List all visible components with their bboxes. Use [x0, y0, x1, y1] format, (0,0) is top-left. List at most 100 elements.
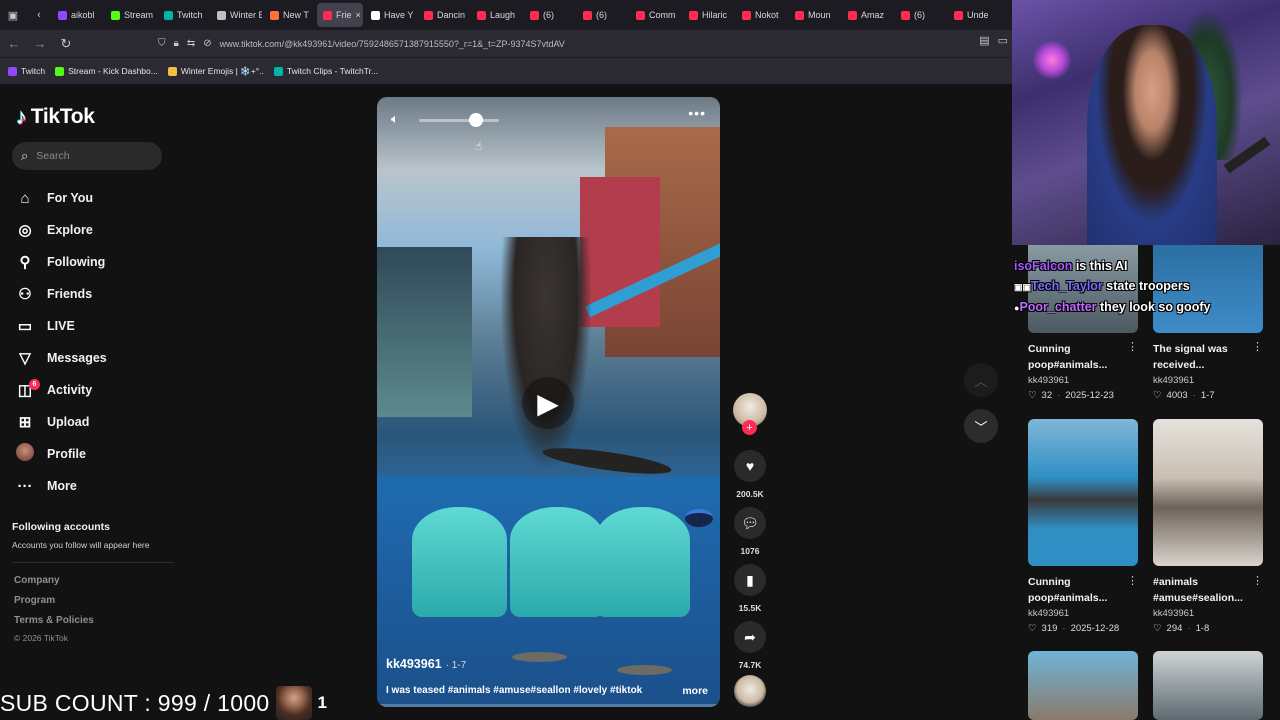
author-name[interactable]: kk493961 [386, 657, 442, 671]
volume-knob[interactable] [469, 113, 483, 127]
footer-link-terms[interactable]: Terms & Policies [14, 615, 94, 635]
browser-tab[interactable]: Amaz [842, 3, 893, 27]
caption-more-button[interactable]: more [682, 685, 708, 697]
related-thumbnail[interactable] [1028, 419, 1138, 566]
lock-icon[interactable]: 🔒︎ [174, 38, 179, 49]
browser-tab[interactable]: Moun [789, 3, 840, 27]
screenshot-icon[interactable]: ▭ [998, 34, 1008, 47]
tab-label: Frie [336, 10, 352, 20]
related-title[interactable]: Cunning poop#animals... [1028, 574, 1123, 606]
browser-tab[interactable]: aikobl [52, 3, 103, 27]
sidebar-item-explore[interactable]: ◎ Explore [16, 214, 166, 246]
card-more-icon[interactable]: ⋮ [1252, 574, 1263, 587]
video-scene [501, 237, 591, 467]
volume-icon[interactable]: 🔈︎ [391, 111, 399, 127]
browser-tab[interactable]: (6) [895, 3, 946, 27]
sidebar-item-friends[interactable]: ⚇ Friends [16, 278, 166, 310]
related-author[interactable]: kk493961 [1153, 375, 1271, 386]
related-card[interactable] [1028, 651, 1146, 720]
browser-tab[interactable]: Comm [630, 3, 681, 27]
related-author[interactable]: kk493961 [1028, 608, 1146, 619]
card-more-icon[interactable]: ⋮ [1127, 340, 1138, 353]
video-player[interactable]: 🔈︎ ••• ☝︎ ▶︎ kk493961 · 1-7 I was teased … [377, 97, 720, 707]
chat-message: ●Poor_chatter they look so goofy [1014, 297, 1274, 318]
sidebar-item-profile[interactable]: Profile [16, 438, 166, 470]
sidebar-item-following[interactable]: ⚲ Following [16, 246, 166, 278]
card-more-icon[interactable]: ⋮ [1252, 340, 1263, 353]
footer-link-program[interactable]: Program [14, 595, 94, 615]
video-author[interactable]: kk493961 · 1-7 [386, 657, 466, 671]
footer-link-company[interactable]: Company [14, 575, 94, 595]
previous-video-button[interactable]: ︿ [964, 363, 998, 397]
chat-message: ▣▣Tech_Taylor state troopers [1014, 276, 1274, 297]
browser-tab[interactable]: Twitch [158, 3, 209, 27]
reader-view-icon[interactable]: ▤ [979, 34, 989, 47]
browser-tab[interactable]: Dancin [418, 3, 469, 27]
bookmark-icon[interactable]: ▮ [734, 564, 766, 596]
related-card[interactable]: #animals #amuse#sealion... ⋮ kk493961 ♡ 2… [1153, 419, 1271, 634]
related-title[interactable]: The signal was received... [1153, 341, 1248, 373]
sidebar-item-for-you[interactable]: ⌂ For You [16, 182, 166, 214]
bookmark-favicon-icon [273, 66, 283, 76]
search-input[interactable]: ⌕ Search [12, 142, 162, 170]
meta-separator: · [1192, 390, 1196, 401]
related-card[interactable]: Cunning poop#animals... ⋮ kk493961 ♡ 319 ·… [1028, 419, 1146, 634]
related-author[interactable]: kk493961 [1028, 375, 1146, 386]
volume-slider[interactable] [419, 119, 499, 122]
url-text[interactable]: www.tiktok.com/@kk493961/video/759248657… [220, 39, 565, 49]
like-icon[interactable]: ♥ [734, 450, 766, 482]
tab-label: Twitch [177, 10, 203, 20]
browser-tab[interactable]: Have Y [365, 3, 416, 27]
more-options-icon[interactable]: ••• [688, 105, 706, 121]
reload-icon[interactable]: ↻ [54, 32, 78, 56]
forward-icon[interactable]: → [28, 32, 52, 56]
related-card[interactable] [1153, 651, 1271, 720]
sidebar-item-more[interactable]: ··· More [16, 470, 166, 502]
browser-tab[interactable]: Laugh [471, 3, 522, 27]
related-thumbnail[interactable] [1153, 419, 1263, 566]
related-thumbnail[interactable] [1028, 651, 1138, 720]
browser-tab[interactable]: Stream [105, 3, 156, 27]
browser-tab[interactable]: New T [264, 3, 315, 27]
tab-overview-icon[interactable]: ▣ [0, 3, 26, 27]
sidebar-item-activity[interactable]: ◫ 6 Activity [16, 374, 166, 406]
related-title[interactable]: #animals #amuse#sealion... [1153, 574, 1248, 606]
browser-tab[interactable]: (6) [577, 3, 628, 27]
tab-close-icon[interactable]: × [356, 10, 361, 20]
browser-tab[interactable]: Nokot [736, 3, 787, 27]
tracking-blocked-icon[interactable]: ⊘ [203, 38, 211, 49]
follow-plus-icon[interactable]: + [742, 420, 757, 435]
video-progress-bar[interactable] [377, 704, 720, 707]
bookmark-item[interactable]: Twitch [8, 66, 45, 76]
bookmark-item[interactable]: Winter Emojis | ❄️+°.. [167, 66, 264, 77]
address-bar[interactable]: ⛉ 🔒︎ ⇆ ⊘ www.tiktok.com/@kk493961/video/… [158, 38, 565, 49]
browser-tab[interactable]: Frie × [317, 3, 363, 27]
shield-icon[interactable]: ⛉ [158, 38, 166, 49]
card-more-icon[interactable]: ⋮ [1127, 574, 1138, 587]
share-icon[interactable]: ➦ [734, 621, 766, 653]
related-author[interactable]: kk493961 [1153, 608, 1271, 619]
music-disc-icon[interactable] [734, 675, 766, 707]
sidebar-item-live[interactable]: ▭ LIVE [16, 310, 166, 342]
related-likes: 4003 [1166, 390, 1188, 401]
bookmark-item[interactable]: Stream - Kick Dashbo... [55, 66, 158, 76]
browser-tab[interactable]: Winter Em [211, 3, 262, 27]
bookmark-favicon-icon [167, 66, 177, 76]
bookmark-item[interactable]: Twitch Clips - TwitchTr... [273, 66, 378, 76]
comment-icon[interactable]: 💬︎ [734, 507, 766, 539]
tab-scroll-left-icon[interactable]: ‹ [26, 3, 52, 27]
back-icon[interactable]: ← [2, 32, 26, 56]
browser-tab[interactable]: (6) [524, 3, 575, 27]
related-thumbnail[interactable] [1153, 651, 1263, 720]
browser-tab[interactable]: Unde [948, 3, 999, 27]
permissions-icon[interactable]: ⇆ [187, 38, 195, 49]
sidebar-item-messages[interactable]: ▽ Messages [16, 342, 166, 374]
sidebar-item-upload[interactable]: ⊞ Upload [16, 406, 166, 438]
play-button[interactable]: ▶︎ [522, 377, 574, 429]
sidebar-item-label: For You [47, 191, 94, 205]
browser-tab[interactable]: Hilaric [683, 3, 734, 27]
video-scene [595, 507, 690, 617]
tiktok-logo[interactable]: ♪ TikTok [16, 104, 95, 130]
related-title[interactable]: Cunning poop#animals... [1028, 341, 1123, 373]
next-video-button[interactable]: ﹀ [964, 409, 998, 443]
